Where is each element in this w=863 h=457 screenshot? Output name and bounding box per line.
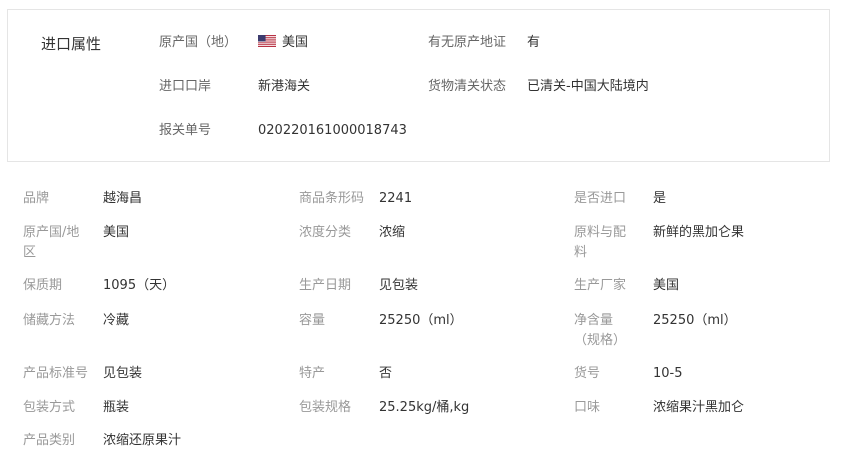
brand-label: 品牌 (23, 191, 50, 206)
ingredients-value: 新鲜的黑加仑果 (653, 225, 745, 240)
storage-value: 冷藏 (103, 313, 130, 328)
declaration-no-value: 020220161000018743 (258, 123, 407, 138)
specialty-value: 否 (379, 366, 393, 381)
origin-label: 原产国/地区 (23, 225, 80, 260)
capacity-label: 容量 (299, 313, 326, 328)
flavor-label: 口味 (574, 400, 601, 415)
origin-certificate-value: 有 (527, 35, 541, 50)
manufacturer-label: 生产厂家 (574, 278, 627, 293)
item-no-value: 10-5 (653, 366, 683, 381)
item-no-label: 货号 (574, 366, 601, 381)
barcode-label: 商品条形码 (299, 191, 365, 206)
packaging-value: 瓶装 (103, 400, 130, 415)
storage-label: 储藏方法 (23, 313, 76, 328)
clearance-status-label: 货物清关状态 (428, 79, 507, 94)
category-label: 产品类别 (23, 433, 76, 448)
origin-country-label: 原产国（地） (159, 35, 238, 50)
shelf-life-label: 保质期 (23, 278, 63, 293)
port-value: 新港海关 (258, 79, 311, 94)
packaging-label: 包装方式 (23, 400, 76, 415)
declaration-no-label: 报关单号 (159, 123, 212, 138)
standard-no-label: 产品标准号 (23, 366, 89, 381)
import-section-title: 进口属性 (41, 35, 102, 53)
brand-value: 越海昌 (103, 191, 143, 206)
ingredients-label: 原料与配料 (574, 225, 627, 260)
port-label: 进口口岸 (159, 79, 212, 94)
shelf-life-value: 1095（天） (103, 278, 176, 293)
net-content-label: 净含量（规格） (574, 313, 627, 348)
manufacturer-value: 美国 (653, 278, 680, 293)
category-value: 浓缩还原果汁 (103, 433, 182, 448)
concentration-label: 浓度分类 (299, 225, 352, 240)
standard-no-value: 见包装 (103, 366, 143, 381)
imported-label: 是否进口 (574, 191, 627, 206)
concentration-value: 浓缩 (379, 225, 406, 240)
production-date-value: 见包装 (379, 278, 419, 293)
imported-value: 是 (653, 191, 667, 206)
clearance-status-value: 已清关-中国大陆境内 (527, 79, 649, 94)
specialty-label: 特产 (299, 366, 326, 381)
net-content-value: 25250（ml） (653, 313, 737, 328)
flavor-value: 浓缩果汁黑加仑 (653, 400, 745, 415)
import-attributes-panel: 进口属性 原产国（地） 美国 有无原产地证 有 进口口岸 新港海关 货物清关状态… (7, 9, 830, 162)
production-date-label: 生产日期 (299, 278, 352, 293)
package-spec-value: 25.25kg/桶,kg (379, 400, 470, 415)
origin-value: 美国 (103, 225, 130, 240)
package-spec-label: 包装规格 (299, 400, 352, 415)
barcode-value: 2241 (379, 191, 413, 206)
origin-country-value: 美国 (258, 33, 308, 53)
us-flag-icon (258, 35, 276, 47)
origin-certificate-label: 有无原产地证 (428, 35, 507, 50)
capacity-value: 25250（ml） (379, 313, 463, 328)
origin-country-text: 美国 (282, 35, 309, 50)
